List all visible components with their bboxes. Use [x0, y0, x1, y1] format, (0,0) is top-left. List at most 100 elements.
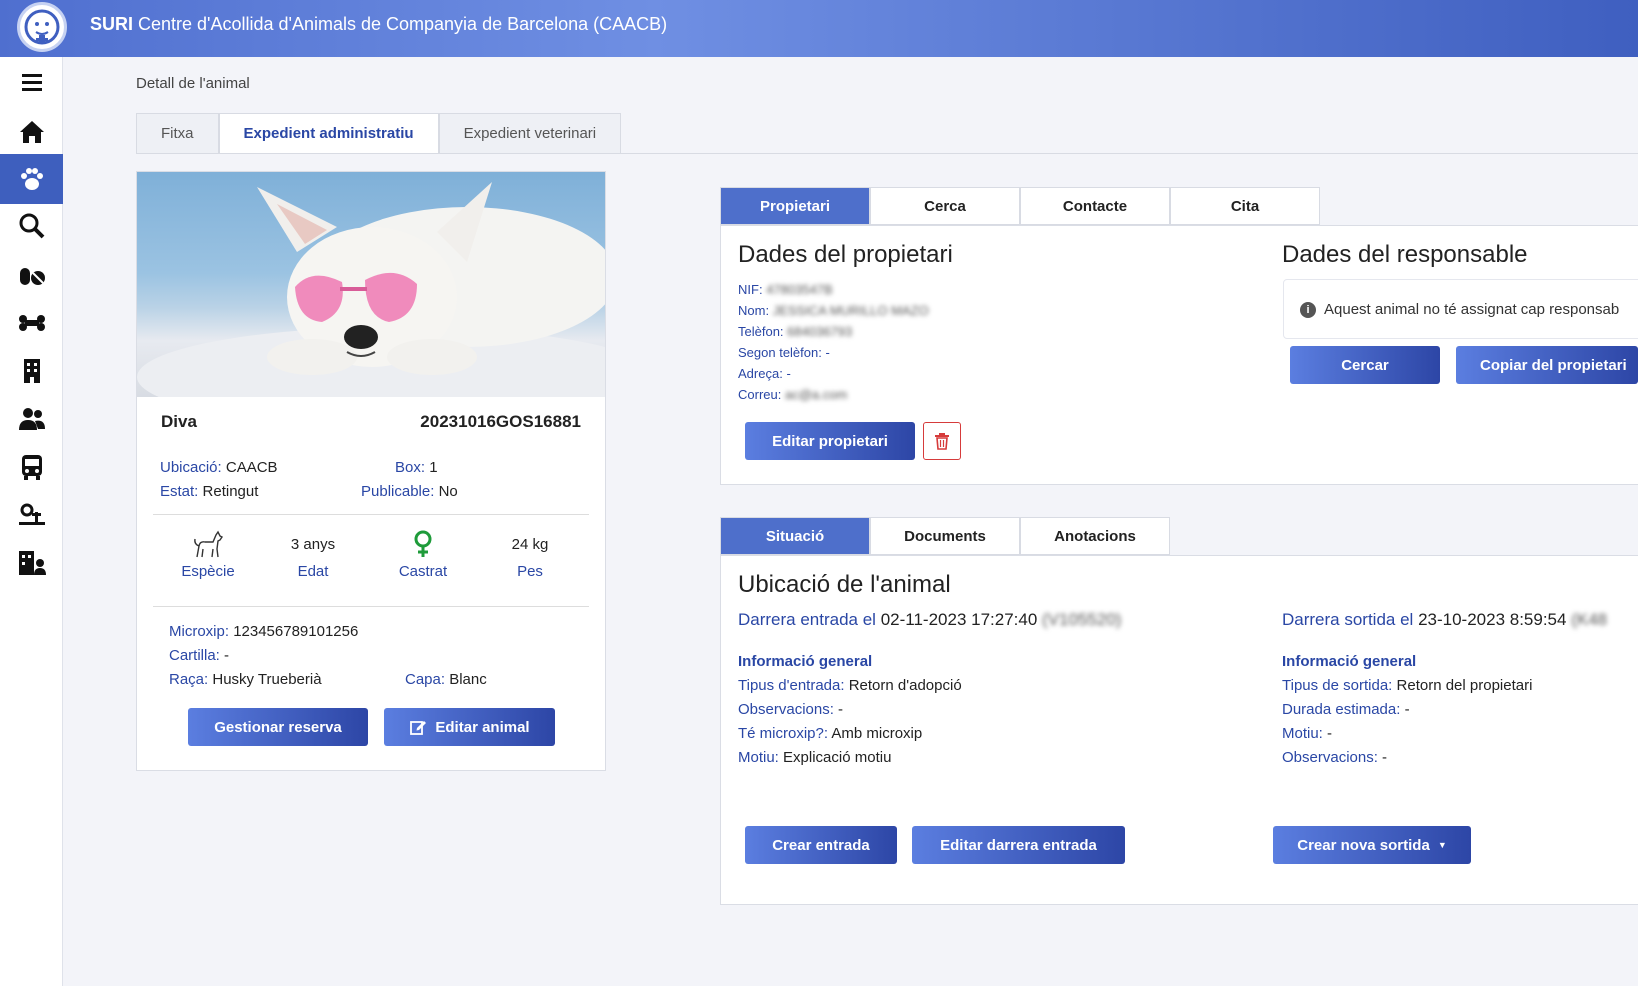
- stat-especie: Espècie: [158, 529, 258, 580]
- sidebar-item-people[interactable]: [0, 394, 63, 444]
- editar-animal-button[interactable]: Editar animal: [384, 708, 555, 746]
- entrada-field: Tipus d'entrada: Retorn d'adopció: [738, 677, 962, 694]
- stat-castrat: Castrat: [373, 529, 473, 580]
- sidebar-item-settings[interactable]: [0, 490, 63, 540]
- animal-name: Diva: [161, 412, 197, 431]
- entrada-field: Té microxip?: Amb microxip: [738, 725, 923, 742]
- stat-edat: 3 anys Edat: [290, 535, 336, 581]
- box-field: Box: 1: [395, 459, 438, 476]
- sidebar-item-animals[interactable]: [0, 154, 63, 204]
- caret-down-icon: ▼: [1437, 840, 1447, 850]
- page-title: Detall de l'animal: [136, 75, 250, 92]
- animal-card: Diva 20231016GOS16881 Ubicació: CAACB Bo…: [136, 171, 606, 771]
- owner-telefon: Telèfon: 684036793: [738, 324, 853, 339]
- tab-contacte[interactable]: Contacte: [1020, 187, 1170, 225]
- responsable-info-box: i Aquest animal no té assignat cap respo…: [1283, 279, 1638, 339]
- entrada-info-title: Informació general: [738, 653, 873, 670]
- app-logo[interactable]: [17, 2, 67, 52]
- cercar-button[interactable]: Cercar: [1290, 346, 1440, 384]
- tab-fitxa[interactable]: Fitxa: [136, 113, 219, 154]
- info-icon: i: [1300, 302, 1316, 318]
- sortida-field: Observacions: -: [1282, 749, 1388, 766]
- tab-documents[interactable]: Documents: [870, 517, 1020, 555]
- tab-expedient-veterinari[interactable]: Expedient veterinari: [438, 113, 622, 154]
- animal-header: Diva 20231016GOS16881: [161, 412, 581, 432]
- editar-propietari-button[interactable]: Editar propietari: [745, 422, 915, 460]
- gestionar-reserva-button[interactable]: Gestionar reserva: [188, 708, 368, 746]
- female-symbol-icon: [414, 530, 432, 557]
- home-icon: [19, 121, 44, 143]
- settings-gear-icon: [18, 503, 45, 525]
- darrera-entrada: Darrera entrada el 02-11-2023 17:27:40 (…: [738, 610, 1122, 629]
- crear-nova-sortida-dropdown[interactable]: Crear nova sortida ▼: [1273, 826, 1471, 864]
- sortida-field: Motiu: -: [1282, 725, 1333, 742]
- sidebar-item-admin[interactable]: [0, 538, 63, 588]
- lion-logo-icon: [24, 9, 60, 45]
- estat-field: Estat: Retingut: [160, 483, 259, 500]
- darrera-sortida: Darrera sortida el 23-10-2023 8:59:54 (K…: [1282, 610, 1608, 629]
- trash-icon: [935, 433, 949, 450]
- sidebar-item-home[interactable]: [0, 107, 63, 157]
- search-icon: [19, 213, 44, 239]
- owner-correu: Correu: ac@a.com: [738, 387, 848, 402]
- owner-adreca: Adreça: -: [738, 366, 791, 381]
- owner-nom: Nom: JESSICA MURILLO MAZO: [738, 303, 929, 318]
- responsable-title: Dades del responsable: [1282, 241, 1528, 268]
- sidebar-item-buildings[interactable]: [0, 346, 63, 396]
- top-bar: SURI Centre d'Acollida d'Animals de Comp…: [0, 0, 1638, 57]
- delete-owner-button[interactable]: [923, 422, 961, 460]
- edit-icon: [410, 721, 427, 735]
- sortida-info-title: Informació general: [1282, 653, 1417, 670]
- ubicacio-field: Ubicació: CAACB: [160, 459, 278, 476]
- divider: [153, 606, 589, 607]
- owner-title: Dades del propietari: [738, 241, 953, 268]
- tabs-divider: [136, 153, 1638, 154]
- tab-cita[interactable]: Cita: [1170, 187, 1320, 225]
- stat-pes: 24 kg Pes: [511, 535, 549, 581]
- cartilla-field: Cartilla: -: [169, 647, 230, 664]
- crear-entrada-button[interactable]: Crear entrada: [745, 826, 897, 864]
- raca-field: Raça: Husky Trueberià: [169, 671, 322, 688]
- building-user-icon: [18, 551, 46, 575]
- sidebar-item-food[interactable]: [0, 298, 63, 348]
- sortida-field: Durada estimada: -: [1282, 701, 1410, 718]
- animal-code: 20231016GOS16881: [420, 412, 581, 431]
- sidebar: [0, 57, 63, 986]
- dog-photo-illustration: [137, 182, 605, 397]
- owner-nif: NIF: 47803547B: [738, 282, 833, 297]
- dog-icon: [194, 530, 224, 558]
- responsable-info-text: Aquest animal no té assignat cap respons…: [1324, 301, 1620, 318]
- owner-tabs: Propietari Cerca Contacte Cita: [720, 187, 1320, 225]
- entrada-field: Motiu: Explicació motiu: [738, 749, 892, 766]
- situacio-tabs: Situació Documents Anotacions: [720, 517, 1170, 555]
- tab-anotacions[interactable]: Anotacions: [1020, 517, 1170, 555]
- sortida-field: Tipus de sortida: Retorn del propietari: [1282, 677, 1533, 694]
- animal-photo: [137, 172, 605, 397]
- tab-expedient-administratiu[interactable]: Expedient administratiu: [218, 113, 439, 154]
- hamburger-icon: [21, 74, 42, 91]
- main-tabs: Fitxa Expedient administratiu Expedient …: [136, 113, 622, 154]
- microxip-field: Microxip: 123456789101256: [169, 623, 359, 640]
- sidebar-item-search[interactable]: [0, 201, 63, 251]
- divider: [153, 514, 589, 515]
- publicable-field: Publicable: No: [361, 483, 458, 500]
- bus-icon: [21, 455, 42, 480]
- owner-segon-telefon: Segon telèfon: -: [738, 345, 830, 360]
- editar-darrera-entrada-button[interactable]: Editar darrera entrada: [912, 826, 1125, 864]
- building-icon: [23, 359, 40, 383]
- sidebar-item-transport[interactable]: [0, 442, 63, 492]
- bone-icon: [18, 315, 45, 331]
- tab-propietari[interactable]: Propietari: [720, 187, 870, 225]
- paw-icon: [20, 168, 43, 190]
- users-icon: [18, 408, 45, 430]
- tab-cerca[interactable]: Cerca: [870, 187, 1020, 225]
- menu-toggle[interactable]: [0, 57, 63, 107]
- app-title: SURI Centre d'Acollida d'Animals de Comp…: [90, 14, 668, 34]
- pills-icon: [19, 268, 45, 285]
- copiar-propietari-button[interactable]: Copiar del propietari: [1456, 346, 1638, 384]
- capa-field: Capa: Blanc: [405, 671, 487, 688]
- sidebar-item-medicines[interactable]: [0, 250, 63, 300]
- situacio-title: Ubicació de l'animal: [738, 571, 951, 598]
- entrada-field: Observacions: -: [738, 701, 844, 718]
- tab-situacio[interactable]: Situació: [720, 517, 870, 555]
